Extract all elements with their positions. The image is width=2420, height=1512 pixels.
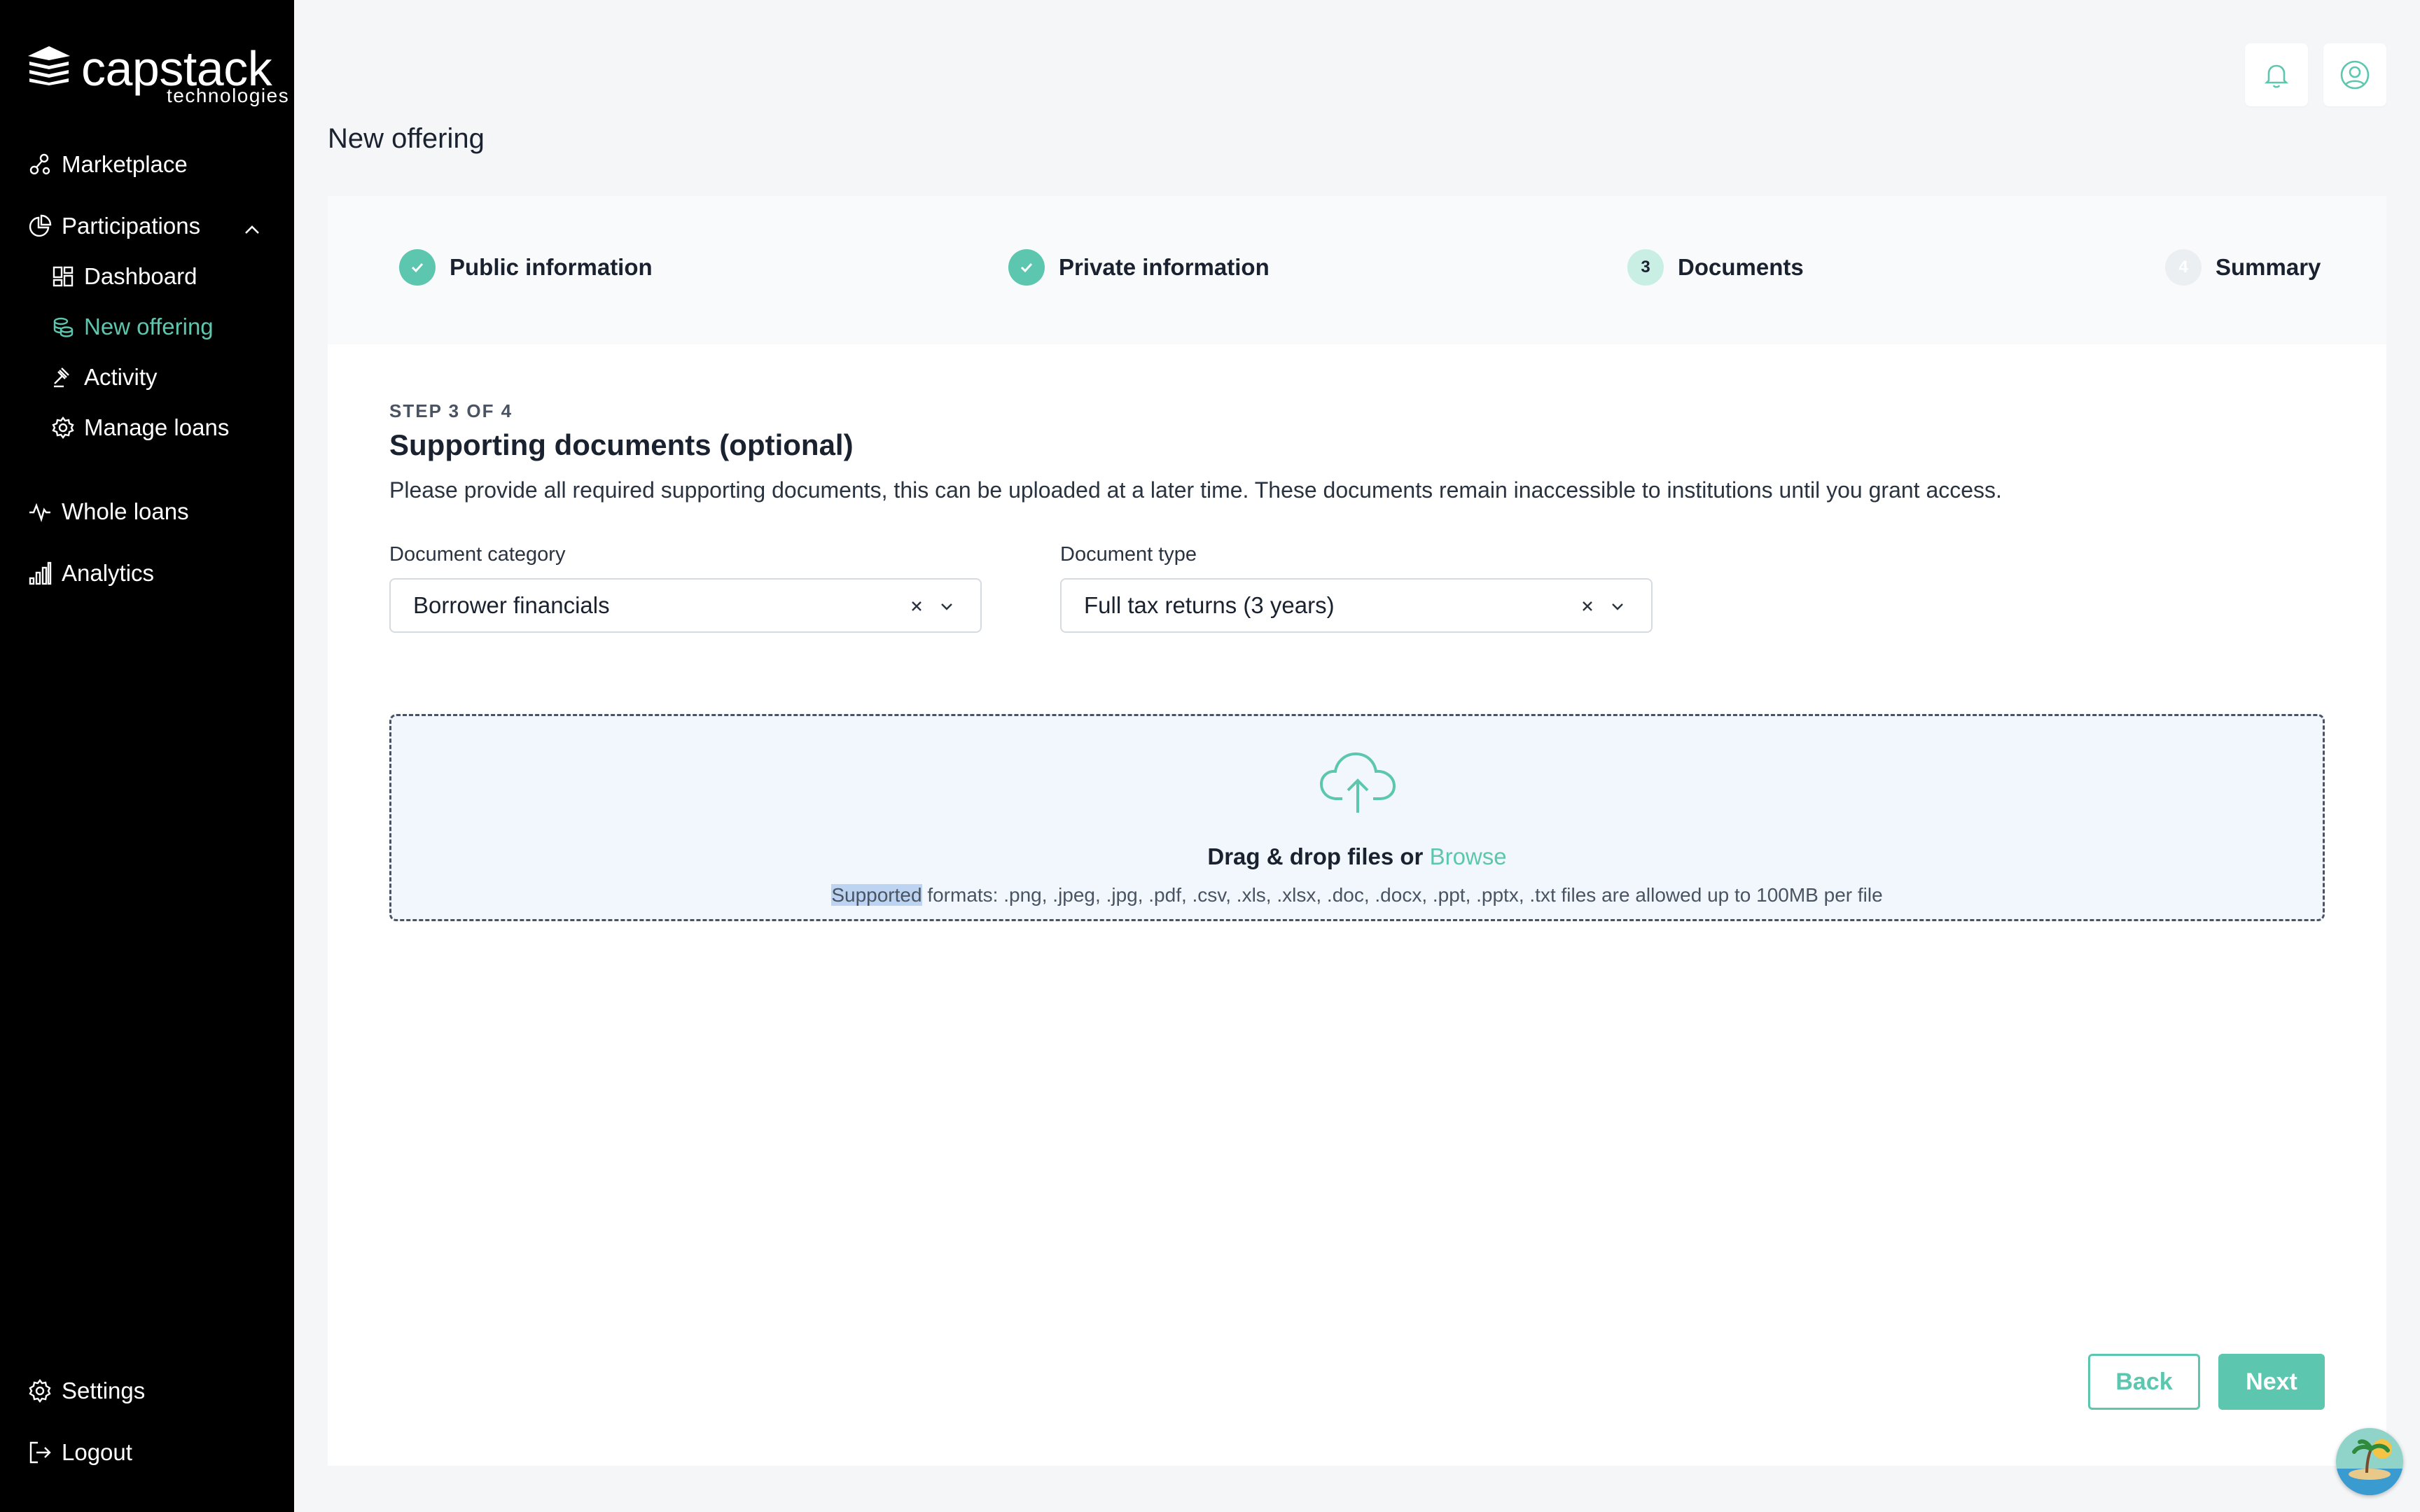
next-button[interactable]: Next [2218, 1354, 2325, 1410]
selected-text: Supported [831, 884, 922, 906]
nav-settings[interactable]: Settings [28, 1378, 145, 1404]
page-title: New offering [328, 123, 485, 154]
activity-pulse-icon [29, 503, 50, 522]
clear-icon[interactable] [906, 596, 927, 617]
assistant-avatar[interactable] [2336, 1428, 2403, 1495]
dropzone-formats: Supported formats: .png, .jpeg, .jpg, .p… [391, 884, 2323, 906]
gear-badge-icon [52, 416, 74, 439]
bar-chart-icon [29, 561, 52, 585]
coins-icon [53, 317, 74, 337]
dropzone-instruction: Drag & drop files or Browse [391, 844, 2323, 870]
step-documents[interactable]: 3 Documents [1627, 249, 1804, 286]
step-counter: STEP 3 OF 4 [389, 400, 513, 421]
document-category-label: Document category [389, 543, 566, 566]
cloud-upload-icon [1319, 752, 1396, 813]
step-summary[interactable]: 4 Summary [2165, 249, 2321, 286]
sidebar: capstack technologies Marketplace Partic… [0, 0, 294, 1512]
file-dropzone[interactable]: Drag & drop files or Browse Supported fo… [389, 714, 2325, 921]
user-circle-icon [2340, 60, 2370, 90]
section-description: Please provide all required supporting d… [389, 477, 2002, 503]
clear-icon[interactable] [1577, 596, 1598, 617]
chevron-down-icon[interactable] [1609, 599, 1626, 613]
nav-label: Analytics [62, 560, 155, 586]
browse-link[interactable]: Browse [1430, 844, 1507, 869]
step-label: Summary [2216, 254, 2321, 280]
back-button[interactable]: Back [2088, 1354, 2200, 1410]
island-avatar-icon [2336, 1428, 2403, 1495]
logout-icon [29, 1441, 51, 1464]
nav-activity[interactable]: Activity [52, 364, 158, 391]
chevron-up-icon[interactable] [238, 216, 266, 244]
nav-label: Dashboard [84, 263, 197, 289]
nav-label: Activity [84, 364, 158, 390]
nav-label: Settings [62, 1378, 146, 1404]
gavel-icon [54, 368, 69, 388]
profile-button[interactable] [2323, 43, 2386, 106]
capstack-logo[interactable]: capstack technologies [27, 41, 288, 111]
section-title: Supporting documents (optional) [389, 428, 854, 461]
pie-chart-icon [29, 214, 52, 237]
nav-label: Marketplace [62, 151, 188, 177]
check-icon [1008, 249, 1045, 286]
nav-manage-loans[interactable]: Manage loans [52, 414, 229, 441]
notifications-button[interactable] [2245, 43, 2308, 106]
nav-label: Logout [62, 1439, 132, 1465]
step-label: Private information [1059, 254, 1270, 280]
document-type-label: Document type [1060, 543, 1197, 566]
stepper: Public information Private information 3… [328, 196, 2386, 344]
document-category-select[interactable]: Borrower financials [389, 578, 982, 633]
nav-dashboard[interactable]: Dashboard [52, 263, 197, 290]
nav-participations[interactable]: Participations [28, 213, 200, 239]
step-label: Public information [450, 254, 653, 280]
nav-marketplace[interactable]: Marketplace [28, 151, 188, 178]
document-type-select[interactable]: Full tax returns (3 years) [1060, 578, 1653, 633]
nav-logout[interactable]: Logout [28, 1439, 132, 1466]
nav-label: Manage loans [84, 414, 230, 440]
select-value: Full tax returns (3 years) [1084, 592, 1335, 618]
nav-label: Participations [62, 213, 201, 239]
check-icon [399, 249, 436, 286]
bell-icon [2264, 64, 2289, 88]
select-value: Borrower financials [413, 592, 610, 618]
step-number: 3 [1627, 249, 1664, 286]
logo-subtitle: technologies [167, 85, 290, 106]
offering-card: Public information Private information 3… [328, 196, 2386, 1466]
nav-new-offering[interactable]: New offering [52, 314, 214, 340]
nav-whole-loans[interactable]: Whole loans [28, 498, 189, 525]
gear-icon [29, 1379, 51, 1403]
marketplace-icon [29, 153, 50, 175]
dashboard-icon [53, 266, 74, 287]
step-public-information[interactable]: Public information [399, 249, 653, 286]
step-private-information[interactable]: Private information [1008, 249, 1270, 286]
nav-label: Whole loans [62, 498, 189, 524]
step-label: Documents [1678, 254, 1804, 280]
chevron-down-icon[interactable] [938, 599, 955, 613]
dropzone-main-text: Drag & drop files or [1207, 844, 1424, 869]
logo-mark-icon [28, 46, 70, 85]
nav-label: New offering [84, 314, 214, 340]
nav-analytics[interactable]: Analytics [28, 560, 154, 587]
formats-text: formats: .png, .jpeg, .jpg, .pdf, .csv, … [922, 884, 1883, 906]
step-number: 4 [2165, 249, 2202, 286]
